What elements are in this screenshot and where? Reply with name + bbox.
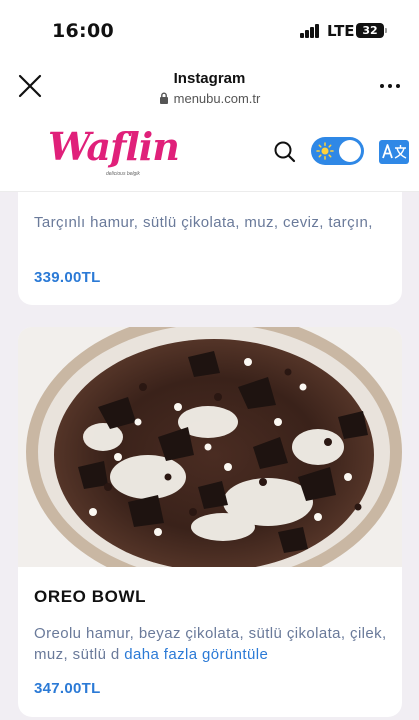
url-text: menubu.com.tr (173, 91, 261, 106)
oreo-bowl-image (18, 327, 402, 567)
browser-url: menubu.com.tr (0, 91, 419, 106)
waflin-logo[interactable]: Waflin delicious belgik (48, 124, 180, 182)
product-description: Oreolu hamur, beyaz çikolata, sütlü çiko… (34, 623, 394, 665)
translate-icon (379, 140, 409, 164)
status-bar: 16:00 LTE 32 (0, 0, 419, 58)
status-time: 16:00 (52, 20, 114, 42)
browser-title: Instagram (173, 70, 246, 87)
product-card-oreo-bowl[interactable]: OREO BOWL Oreolu hamur, beyaz çikolata, … (18, 327, 402, 717)
browser-header: Instagram menubu.com.tr (0, 58, 419, 114)
see-more-link[interactable]: daha fazla görüntüle (124, 646, 268, 663)
logo-tagline: delicious belgik (106, 171, 140, 177)
theme-toggle[interactable] (311, 137, 364, 165)
product-image[interactable] (18, 327, 402, 567)
site-header: Waflin delicious belgik (0, 114, 419, 192)
more-dots-icon (380, 84, 400, 88)
product-card[interactable]: Tarçınlı hamur, sütlü çikolata, muz, cev… (18, 192, 402, 305)
product-description: Tarçınlı hamur, sütlü çikolata, muz, cev… (34, 214, 373, 231)
lock-icon (159, 92, 168, 104)
translate-button[interactable] (379, 140, 409, 166)
search-button[interactable] (273, 140, 297, 164)
product-price: 347.00TL (34, 680, 101, 697)
menu-content[interactable]: Tarçınlı hamur, sütlü çikolata, muz, cev… (0, 192, 419, 720)
product-price: 339.00TL (34, 269, 101, 286)
search-icon (274, 141, 296, 163)
signal-icon (300, 24, 320, 38)
product-title: OREO BOWL (34, 587, 147, 606)
sun-icon (316, 142, 334, 160)
battery-icon: 32 (356, 23, 384, 38)
battery-tip (385, 28, 387, 33)
more-options-button[interactable] (379, 76, 401, 96)
toggle-knob (339, 140, 361, 162)
network-label: LTE (327, 22, 355, 40)
logo-text: Waflin (48, 124, 180, 169)
